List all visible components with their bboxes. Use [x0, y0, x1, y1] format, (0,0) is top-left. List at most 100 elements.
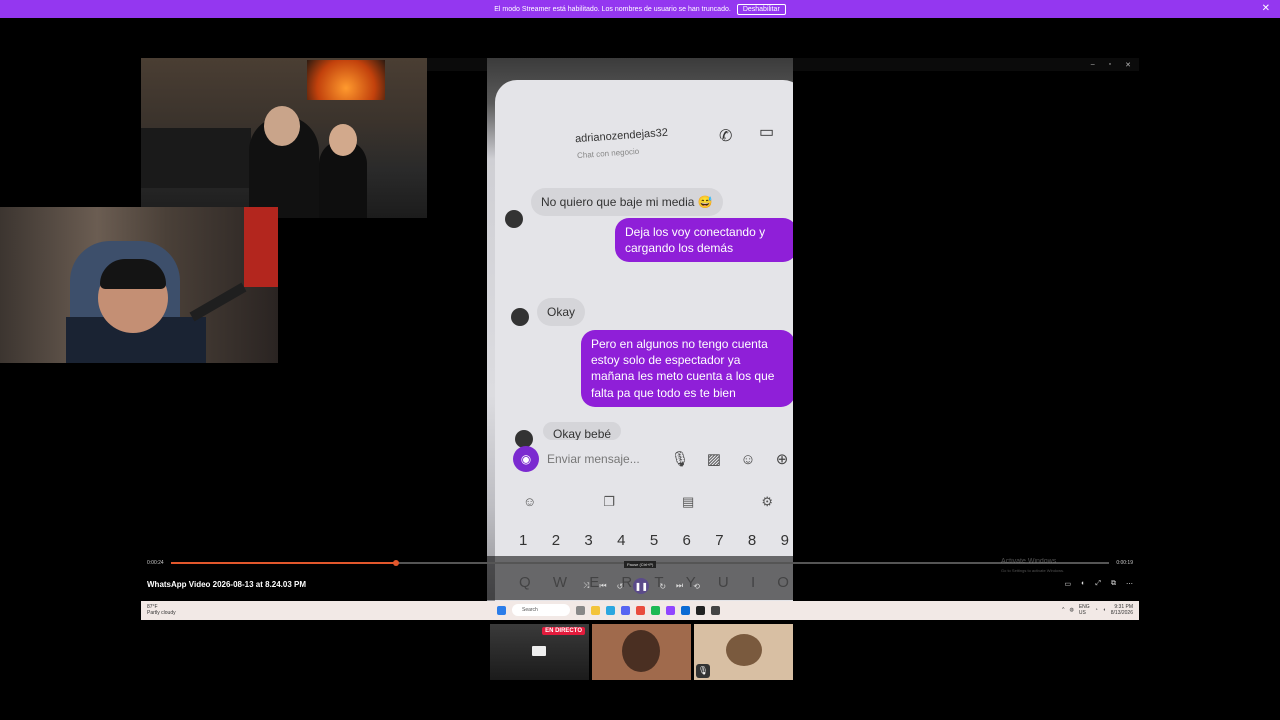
spotify-icon[interactable] [651, 605, 660, 615]
rewind-icon[interactable]: ↺ [617, 582, 624, 591]
window-close-button[interactable]: ✕ [1125, 61, 1131, 69]
shuffle-icon[interactable]: ⤨ [583, 581, 589, 591]
weather-condition: Partly cloudy [147, 610, 176, 616]
network-icon[interactable]: ◍ [1069, 607, 1073, 613]
close-icon[interactable]: ✕ [1262, 3, 1270, 14]
message-bubble: Pero en algunos no tengo cuenta estoy so… [581, 330, 793, 407]
playback-buttons: ⤨ ⏮ ↺ ❚❚ ↻ ⏭ ⟲ [583, 578, 700, 594]
file-explorer-icon[interactable] [591, 605, 600, 615]
key: 8 [747, 532, 757, 549]
obs-icon[interactable] [696, 605, 705, 615]
start-icon[interactable] [497, 605, 506, 615]
key: 7 [715, 532, 724, 549]
taskview-icon[interactable] [576, 605, 585, 615]
banner-message: El modo Streamer está habilitado. Los no… [494, 5, 731, 13]
edge-icon[interactable] [606, 605, 615, 615]
video-title: WhatsApp Video 2026-08-13 at 8.24.03 PM [147, 580, 307, 589]
settings-icon: ⚙ [761, 494, 773, 509]
player-right-controls: ▭ ◐ ⤢ ⧉ ⋯ [1065, 580, 1133, 588]
sticker-icon: ☺ [740, 450, 756, 468]
previous-icon[interactable]: ⏮ [599, 581, 606, 591]
lang-indicator[interactable]: ENG US [1079, 604, 1090, 616]
video-frame: adrianozendejas32 Chat con negocio ✆ ▭ N… [487, 58, 793, 620]
person-head [264, 106, 300, 146]
player-controls: 0:00:24 0:00:19 Activate Windows Go to S… [141, 556, 1139, 600]
person-hair [100, 259, 166, 289]
discord-icon[interactable] [621, 605, 630, 615]
clock[interactable]: 9:31 PM 8/13/2026 [1111, 604, 1133, 616]
guest-webcam [141, 58, 427, 218]
message-bubble: No quiero que baje mi media 😅 [531, 188, 723, 217]
key: 1 [519, 532, 528, 549]
pause-button[interactable]: ❚❚ [633, 578, 650, 594]
microphone-arm [189, 282, 247, 322]
wall-panel [244, 207, 278, 287]
steam-icon[interactable] [681, 605, 690, 615]
pause-tooltip: Pause (Ctrl+P) [624, 561, 657, 568]
screen-share-icon [532, 646, 546, 656]
microphone-icon: 🎙 [670, 451, 690, 468]
wifi-icon[interactable]: ◔ [1095, 607, 1098, 613]
key: 4 [617, 532, 626, 549]
miniplayer-icon[interactable]: ⧉ [1111, 580, 1116, 588]
participant-tile[interactable]: 🎙 [694, 624, 793, 680]
key: 6 [682, 532, 691, 549]
activate-windows-sub: Go to Settings to activate Windows. [1001, 568, 1065, 573]
emoji-icon: ☺ [523, 494, 537, 509]
fullscreen-icon[interactable]: ⤢ [1095, 580, 1101, 588]
seek-progress [171, 562, 397, 564]
disable-button[interactable]: Deshabilitar [736, 3, 786, 15]
repeat-icon[interactable]: ⟲ [693, 582, 700, 591]
key: 5 [649, 532, 659, 549]
streamer-webcam [0, 207, 278, 363]
taskbar-apps: Search [497, 604, 720, 616]
speaker-icon[interactable]: ◖ [1103, 607, 1106, 613]
clock-date: 8/13/2026 [1110, 610, 1133, 616]
weather-widget[interactable]: 87°F Partly cloudy [147, 604, 176, 616]
clipboard-list-icon: ▤ [682, 494, 695, 509]
seek-handle[interactable] [393, 560, 400, 566]
total-time: 0:00:19 [1116, 560, 1133, 566]
clipboard-icon: ❐ [603, 494, 615, 509]
forward-icon[interactable]: ↻ [659, 582, 666, 591]
contact-avatar [511, 308, 529, 326]
camera-icon: ◉ [513, 446, 539, 472]
twitch-icon[interactable] [666, 605, 675, 615]
message-bubble: Okay [537, 298, 586, 327]
message-input-bar: ◉ Enviar mensaje... 🎙 ▨ ☺ ⊕ [513, 444, 793, 474]
captions-icon[interactable]: ▭ [1065, 580, 1072, 588]
participant-tile[interactable]: EN DIRECTO [490, 624, 589, 680]
live-badge: EN DIRECTO [542, 627, 585, 635]
video-call-icon: ▭ [759, 124, 775, 141]
taskbar-search[interactable]: Search [512, 604, 570, 616]
avatar [622, 630, 660, 672]
sofa [141, 128, 251, 188]
person-head [329, 124, 357, 156]
elapsed-time: 0:00:24 [147, 560, 164, 566]
minimize-button[interactable]: – [1091, 61, 1095, 68]
muted-mic-icon: 🎙 [696, 664, 710, 678]
keyboard-toolbar: ☺ ❐ ▤ ⚙ [523, 494, 773, 510]
avatar [726, 634, 762, 666]
phone-call-icon: ✆ [719, 128, 733, 145]
key: 3 [584, 532, 593, 549]
participant-tile[interactable] [592, 624, 691, 680]
message-bubble: Deja los voy conectando y cargando los d… [615, 218, 793, 263]
chevron-up-icon[interactable]: ^ [1062, 607, 1064, 613]
chrome-icon[interactable] [636, 605, 645, 615]
lang-region: US [1078, 610, 1086, 616]
key: 9 [780, 532, 789, 549]
more-icon[interactable]: ⋯ [1126, 580, 1133, 588]
message-input: Enviar mensaje... [547, 452, 640, 466]
media-player-icon[interactable] [711, 605, 720, 615]
volume-icon[interactable]: ◐ [1081, 580, 1085, 588]
add-icon: ⊕ [775, 451, 789, 468]
streamer-mode-banner: El modo Streamer está habilitado. Los no… [0, 0, 1280, 18]
gallery-icon: ▨ [706, 451, 722, 468]
maximize-button[interactable]: ▫ [1109, 61, 1111, 68]
keyboard-number-row: 1 2 3 4 5 6 7 8 9 [519, 532, 789, 549]
taskbar: 87°F Partly cloudy Search ^ ◍ ENG US ◔ ◖ … [141, 601, 1139, 620]
next-icon[interactable]: ⏭ [676, 581, 683, 591]
activate-windows-title: Activate Windows [1001, 558, 1057, 565]
system-tray: ^ ◍ ENG US ◔ ◖ 9:31 PM 8/13/2026 [1062, 604, 1133, 616]
